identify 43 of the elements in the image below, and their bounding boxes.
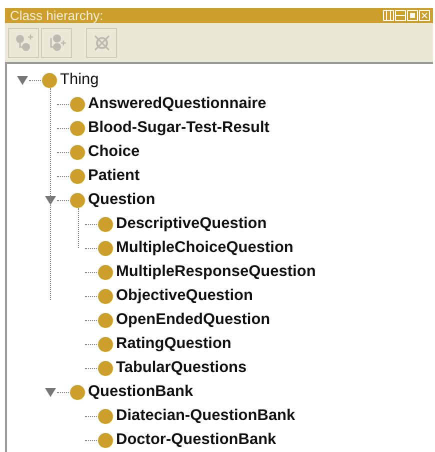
- delete-class-icon: [92, 34, 110, 52]
- expand-triangle-icon[interactable]: [44, 196, 56, 204]
- class-dot-icon: [98, 408, 113, 424]
- class-dot-icon: [70, 96, 85, 112]
- class-dot-icon: [98, 360, 113, 376]
- expand-triangle-icon[interactable]: [16, 76, 28, 84]
- class-label[interactable]: Patient: [88, 167, 140, 185]
- class-label[interactable]: Blood-Sugar-Test-Result: [88, 119, 270, 137]
- class-label[interactable]: AnsweredQuestionnaire: [88, 95, 266, 113]
- class-label[interactable]: RatingQuestion: [116, 335, 232, 353]
- class-dot-icon: [98, 336, 113, 352]
- class-label[interactable]: TabularQuestions: [116, 359, 247, 377]
- class-label[interactable]: DescriptiveQuestion: [116, 215, 267, 233]
- class-label[interactable]: QuestionBank: [88, 383, 194, 401]
- class-label[interactable]: MultipleChoiceQuestion: [116, 239, 294, 257]
- class-dot-icon: [98, 264, 113, 280]
- class-label[interactable]: MultipleResponseQuestion: [116, 263, 316, 281]
- class-dot-icon: [42, 72, 57, 88]
- class-label[interactable]: OpenEndedQuestion: [116, 311, 270, 329]
- class-dot-icon: [98, 240, 113, 256]
- add-sibling-icon: [48, 34, 66, 52]
- split-horizontal-icon[interactable]: [395, 10, 406, 21]
- class-label[interactable]: Doctor-QuestionBank: [116, 431, 276, 449]
- class-dot-icon: [70, 144, 85, 160]
- class-label[interactable]: Thing: [60, 71, 99, 89]
- close-icon[interactable]: [419, 10, 430, 21]
- class-label[interactable]: Diatecian-QuestionBank: [116, 407, 296, 425]
- class-dot-icon: [98, 216, 113, 232]
- split-vertical-icon[interactable]: [383, 10, 394, 21]
- expand-triangle-icon[interactable]: [44, 388, 56, 396]
- class-dot-icon: [98, 432, 113, 448]
- class-label[interactable]: ObjectiveQuestion: [116, 287, 253, 305]
- class-label[interactable]: Question: [88, 191, 156, 209]
- class-dot-icon: [70, 384, 85, 400]
- class-dot-icon: [70, 120, 85, 136]
- class-label[interactable]: Choice: [88, 143, 140, 161]
- class-dot-icon: [70, 192, 85, 208]
- class-dot-icon: [98, 288, 113, 304]
- class-dot-icon: [98, 312, 113, 328]
- panel-title: Class hierarchy:: [10, 8, 104, 23]
- add-subclass-icon: [14, 34, 32, 52]
- class-dot-icon: [70, 168, 85, 184]
- maximize-icon[interactable]: [407, 10, 418, 21]
